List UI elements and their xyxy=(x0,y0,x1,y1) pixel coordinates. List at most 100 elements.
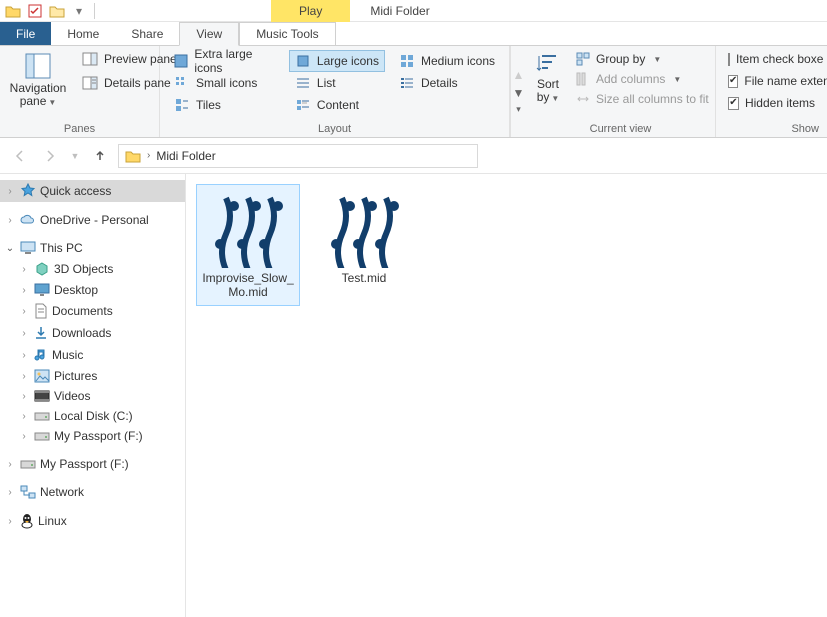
folder-icon[interactable] xyxy=(4,2,22,20)
breadcrumb-chevron-icon[interactable]: › xyxy=(147,150,150,161)
ribbon: Navigation pane▼ Preview pane Details pa… xyxy=(0,46,827,138)
tree-label: Linux xyxy=(38,514,67,528)
expand-icon[interactable]: › xyxy=(18,350,30,361)
navigation-pane-button[interactable]: Navigation pane▼ xyxy=(8,50,68,110)
tree-label: Pictures xyxy=(54,369,97,383)
tab-music-tools[interactable]: Music Tools xyxy=(239,22,335,45)
expand-icon[interactable]: › xyxy=(18,306,30,317)
item-check-boxes-toggle[interactable]: Item check boxe xyxy=(724,50,819,68)
tree-3d-objects[interactable]: ›3D Objects xyxy=(0,258,185,280)
layout-large-icons[interactable]: Large icons xyxy=(289,50,385,72)
tree-quick-access[interactable]: ›Quick access xyxy=(0,180,185,202)
tree-local-disk-c[interactable]: ›Local Disk (C:) xyxy=(0,406,185,426)
expand-icon[interactable]: › xyxy=(4,487,16,498)
up-arrow-icon: ▲ xyxy=(513,68,525,82)
expand-icon[interactable]: › xyxy=(4,186,16,197)
expand-icon[interactable]: › xyxy=(18,371,30,382)
group-by-label: Group by xyxy=(596,52,645,66)
layout-list-label: List xyxy=(317,76,336,90)
expand-icon[interactable]: › xyxy=(18,431,30,442)
layout-gallery-scroll[interactable]: ▲ ▼ ▾ xyxy=(510,46,526,137)
drive-icon xyxy=(34,430,50,442)
expand-icon[interactable]: › xyxy=(4,516,16,527)
expand-icon[interactable]: › xyxy=(18,264,30,275)
context-play-label: Play xyxy=(271,0,350,22)
down-arrow-icon: ▼ xyxy=(513,86,525,100)
expand-icon[interactable]: › xyxy=(18,391,30,402)
add-columns-icon xyxy=(576,72,590,86)
properties-icon[interactable] xyxy=(26,2,44,20)
checkbox-checked-icon xyxy=(728,97,739,110)
title-bar: ▾ Play Midi Folder xyxy=(0,0,827,22)
forward-button[interactable] xyxy=(38,144,62,168)
tree-onedrive[interactable]: ›OneDrive - Personal xyxy=(0,210,185,230)
ribbon-group-showhide: Item check boxe File name extens Hidden … xyxy=(716,46,827,137)
layout-content[interactable]: Content xyxy=(289,94,385,116)
layout-list[interactable]: List xyxy=(289,72,385,94)
cube-icon xyxy=(34,261,50,277)
layout-details[interactable]: Details xyxy=(393,72,501,94)
tree-my-passport-f-2[interactable]: ›My Passport (F:) xyxy=(0,454,185,474)
group-by-button[interactable]: Group by▼ xyxy=(572,50,713,68)
tree-videos[interactable]: ›Videos xyxy=(0,386,185,406)
tab-home[interactable]: Home xyxy=(51,22,115,45)
contextual-tab-header: Play Midi Folder xyxy=(271,0,450,22)
drive-icon xyxy=(34,410,50,422)
xlarge-icon xyxy=(174,53,188,69)
expand-icon[interactable]: › xyxy=(18,411,30,422)
collapse-icon[interactable]: ⌄ xyxy=(4,243,16,254)
layout-medium-icons[interactable]: Medium icons xyxy=(393,50,501,72)
breadcrumb-folder[interactable]: Midi Folder xyxy=(156,149,215,163)
sort-by-button[interactable]: Sort by▼ xyxy=(534,50,562,106)
ribbon-group-title-layout: Layout xyxy=(168,121,501,135)
file-item[interactable]: Test.mid xyxy=(312,184,416,292)
tree-this-pc[interactable]: ⌄This PC xyxy=(0,238,185,258)
layout-tiles[interactable]: Tiles xyxy=(168,94,281,116)
tab-file[interactable]: File xyxy=(0,22,51,45)
back-button[interactable] xyxy=(8,144,32,168)
add-columns-button[interactable]: Add columns▼ xyxy=(572,70,713,88)
file-item-selected[interactable]: Improvise_Slow_Mo.mid xyxy=(196,184,300,306)
qat-customize-icon[interactable]: ▾ xyxy=(70,2,88,20)
ribbon-group-panes: Navigation pane▼ Preview pane Details pa… xyxy=(0,46,160,137)
tree-desktop[interactable]: › Desktop xyxy=(0,280,185,300)
tree-linux[interactable]: › Linux xyxy=(0,510,185,532)
file-name-extensions-toggle[interactable]: File name extens xyxy=(724,72,819,90)
breadcrumb[interactable]: › Midi Folder xyxy=(118,144,478,168)
file-name: Improvise_Slow_Mo.mid xyxy=(198,272,298,300)
checkbox-checked-icon xyxy=(728,75,738,88)
tree-network[interactable]: › Network xyxy=(0,482,185,502)
new-folder-icon[interactable] xyxy=(48,2,66,20)
tab-share[interactable]: Share xyxy=(115,22,179,45)
tree-downloads[interactable]: ›Downloads xyxy=(0,322,185,344)
content-icon xyxy=(295,97,311,113)
file-list[interactable]: Improvise_Slow_Mo.mid Test.mid xyxy=(186,174,827,617)
up-button[interactable] xyxy=(88,144,112,168)
layout-small-icons[interactable]: Small icons xyxy=(168,72,281,94)
tree-pictures[interactable]: › Pictures xyxy=(0,366,185,386)
tree-label: Network xyxy=(40,485,84,499)
tab-view[interactable]: View xyxy=(179,22,239,46)
layout-extra-large-icons[interactable]: Extra large icons xyxy=(168,50,281,72)
folder-icon xyxy=(125,149,141,163)
tree-documents[interactable]: ›Documents xyxy=(0,300,185,322)
size-all-columns-button[interactable]: Size all columns to fit xyxy=(572,90,713,108)
midi-file-icon xyxy=(212,190,284,268)
tree-label: Desktop xyxy=(54,283,98,297)
tree-label: My Passport (F:) xyxy=(54,429,143,443)
expand-icon[interactable]: › xyxy=(18,285,30,296)
main-area: ›Quick access ›OneDrive - Personal ⌄This… xyxy=(0,174,827,617)
expand-icon[interactable]: › xyxy=(4,215,16,226)
tree-my-passport-f-1[interactable]: › My Passport (F:) xyxy=(0,426,185,446)
layout-medium-label: Medium icons xyxy=(421,54,495,68)
hidden-items-toggle[interactable]: Hidden items xyxy=(724,94,819,112)
recent-locations-button[interactable]: ▼ xyxy=(68,144,82,168)
tree-label: Music xyxy=(52,348,83,362)
tree-music[interactable]: › Music xyxy=(0,344,185,366)
expand-icon[interactable]: › xyxy=(4,459,16,470)
window-title: Midi Folder xyxy=(350,4,449,18)
layout-small-label: Small icons xyxy=(196,76,257,90)
cloud-icon xyxy=(20,214,36,226)
expand-icon[interactable]: › xyxy=(18,328,30,339)
size-columns-icon xyxy=(576,92,590,106)
